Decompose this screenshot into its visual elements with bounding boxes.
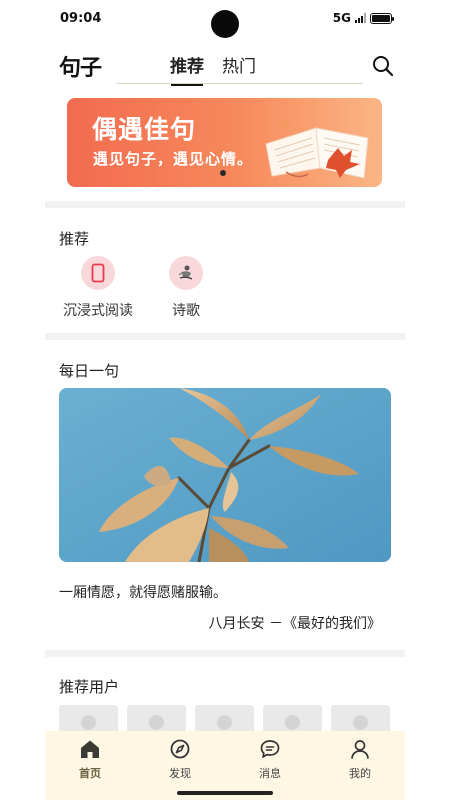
promo-banner[interactable]: 偶遇佳句 遇见句子，遇见心情。 — [67, 98, 382, 187]
daily-quote-author: 八月长安 －《最好的我们》 — [208, 616, 381, 632]
bottom-navigation: 首页 发现 消息 我的 — [45, 731, 405, 800]
tab-underline-track — [116, 83, 363, 84]
nav-home-label: 首页 — [79, 767, 101, 780]
users-section-title: 推荐用户 — [59, 678, 120, 696]
home-indicator — [177, 791, 273, 795]
section-divider — [45, 333, 405, 340]
recommend-item-label: 诗歌 — [172, 303, 200, 319]
status-time: 09:04 — [60, 11, 102, 26]
daily-section-title: 每日一句 — [59, 362, 120, 380]
status-icons: 5G — [332, 11, 394, 25]
daily-photo[interactable] — [59, 388, 391, 562]
recommend-item-label: 沉浸式阅读 — [63, 303, 133, 319]
tab-hot[interactable]: 热门 — [222, 52, 256, 83]
nav-discover[interactable]: 发现 — [135, 731, 225, 800]
nav-profile[interactable]: 我的 — [315, 731, 405, 800]
home-icon — [81, 740, 99, 758]
recommend-item-poetry[interactable]: 诗歌 — [160, 256, 212, 320]
signal-icon — [355, 13, 366, 23]
nav-messages[interactable]: 消息 — [225, 731, 315, 800]
recommend-section-title: 推荐 — [59, 230, 90, 248]
banner-page-indicator — [220, 170, 226, 176]
camera-cutout — [211, 10, 239, 38]
avatar — [285, 715, 300, 730]
section-divider — [45, 201, 405, 208]
nav-discover-label: 发现 — [169, 767, 191, 780]
nav-profile-label: 我的 — [349, 767, 371, 780]
banner-title: 偶遇佳句 — [92, 115, 197, 144]
avatar — [149, 715, 164, 730]
nav-messages-label: 消息 — [259, 767, 281, 780]
daily-quote-text: 一厢情愿，就得愿赌服输。 — [59, 585, 227, 601]
banner-subtitle: 遇见句子，遇见心情。 — [93, 150, 254, 168]
status-bar: 09:04 5G — [0, 0, 450, 40]
open-book-illustration — [265, 120, 369, 179]
avatar — [217, 715, 232, 730]
phone-icon — [81, 256, 115, 290]
top-bar: 句子 推荐 热门 — [0, 44, 450, 88]
search-icon[interactable] — [371, 54, 395, 78]
nav-home[interactable]: 首页 — [45, 731, 135, 800]
avatar — [353, 715, 368, 730]
message-icon — [260, 740, 280, 758]
tab-recommend[interactable]: 推荐 — [170, 52, 204, 86]
section-divider — [45, 650, 405, 657]
poetry-icon — [169, 256, 203, 290]
user-icon — [351, 740, 369, 759]
battery-icon — [370, 12, 394, 24]
compass-icon — [170, 739, 190, 759]
network-label: 5G — [332, 11, 351, 25]
app-logo: 句子 — [59, 56, 102, 81]
avatar — [81, 715, 96, 730]
tab-bar: 推荐 热门 — [170, 52, 256, 86]
recommend-item-immersive-reading[interactable]: 沉浸式阅读 — [59, 256, 137, 320]
